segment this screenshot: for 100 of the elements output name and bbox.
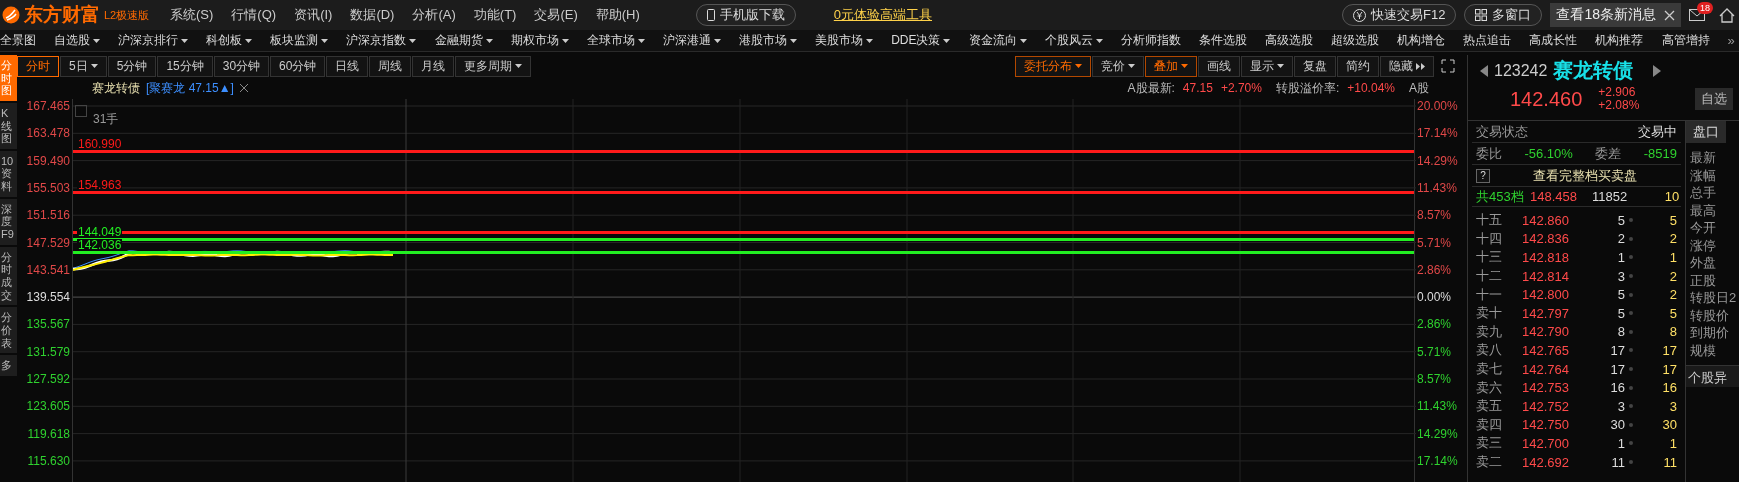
chart-tool-button[interactable]: 显示 bbox=[1241, 55, 1293, 77]
nav-item[interactable]: 沪深京排行 bbox=[118, 32, 189, 49]
home-icon[interactable] bbox=[1719, 7, 1735, 23]
menu-item[interactable]: 行情(Q) bbox=[231, 6, 277, 24]
status-label: 交易状态 bbox=[1476, 122, 1528, 141]
price-change-percent: +2.08% bbox=[1598, 99, 1640, 112]
news-notice-button[interactable]: 查看18条新消息 bbox=[1550, 3, 1681, 27]
quick-trade-button[interactable]: 快速交易F12 bbox=[1342, 4, 1457, 26]
menu-item[interactable]: 资讯(I) bbox=[294, 6, 333, 24]
side-tab[interactable]: 分时成交 bbox=[0, 246, 17, 306]
chart-tool-button[interactable]: 委托分布 bbox=[1015, 55, 1091, 77]
period-tab[interactable]: 15分钟 bbox=[157, 55, 213, 77]
side-tab[interactable]: 深度F9 bbox=[0, 198, 17, 245]
nav-item[interactable]: 全景图 bbox=[0, 32, 36, 49]
nav-item[interactable]: 高成长性 bbox=[1529, 32, 1578, 49]
full-order-book-link[interactable]: 查看完整档买卖盘 bbox=[1533, 166, 1637, 185]
caret-icon bbox=[866, 38, 874, 43]
period-tab[interactable]: 分时 bbox=[17, 55, 59, 77]
ask-volume: 30 bbox=[1609, 417, 1625, 433]
side-tab[interactable]: 10资料 bbox=[0, 150, 17, 197]
side-tab[interactable]: 多 bbox=[0, 355, 17, 376]
ask-price: 142.790 bbox=[1522, 324, 1570, 340]
chart-tool-button[interactable]: 叠加 bbox=[1145, 55, 1197, 77]
period-tab[interactable]: 日线 bbox=[326, 55, 369, 77]
chart-tool-button[interactable]: 简约 bbox=[1337, 55, 1379, 77]
chart-tool-button[interactable]: 画线 bbox=[1198, 55, 1240, 77]
nav-item[interactable]: 机构增仓 bbox=[1397, 32, 1446, 49]
nav-item[interactable]: 自选股 bbox=[54, 32, 101, 49]
period-tab[interactable]: 5日 bbox=[60, 55, 107, 77]
diff-label: 委差 bbox=[1595, 144, 1622, 163]
side-tab[interactable]: 分价表 bbox=[0, 307, 17, 354]
mail-icon[interactable] bbox=[1689, 9, 1705, 21]
caret-icon bbox=[1128, 64, 1135, 68]
ask-volume: 2 bbox=[1616, 231, 1625, 247]
stock-alert-tab[interactable]: 个股异 bbox=[1686, 365, 1739, 387]
multi-window-button[interactable]: 多窗口 bbox=[1464, 4, 1543, 26]
nav-item[interactable]: 期权市场 bbox=[510, 32, 569, 49]
nav-item[interactable]: 全球市场 bbox=[586, 32, 645, 49]
quote-field-label: 涨停 bbox=[1689, 236, 1717, 254]
ask-volume: 3 bbox=[1616, 268, 1625, 284]
mobile-download-button[interactable]: 手机版下载 bbox=[695, 4, 796, 26]
handicap-tab[interactable]: 盘口 bbox=[1686, 121, 1726, 143]
nav-item[interactable]: 资金流向 bbox=[968, 32, 1027, 49]
caret-icon bbox=[245, 38, 253, 43]
menu-item[interactable]: 交易(E) bbox=[534, 6, 578, 24]
nav-item[interactable]: 沪深港通 bbox=[662, 32, 721, 49]
nav-item[interactable]: 高管增持 bbox=[1661, 32, 1710, 49]
nav-item[interactable]: 科创板 bbox=[206, 32, 253, 49]
menu-item[interactable]: 功能(T) bbox=[473, 6, 517, 24]
nav-item[interactable]: 港股市场 bbox=[738, 32, 797, 49]
menu-item[interactable]: 系统(S) bbox=[170, 6, 214, 24]
period-tab[interactable]: 60分钟 bbox=[270, 55, 326, 77]
chart-tool-button[interactable]: 复盘 bbox=[1294, 55, 1336, 77]
nav-item[interactable]: 高级选股 bbox=[1264, 32, 1313, 49]
nav-item[interactable]: DDE决策 bbox=[891, 32, 951, 49]
ask-level-label: 卖八 bbox=[1476, 341, 1503, 360]
ask-level-label: 十二 bbox=[1476, 267, 1503, 286]
next-arrow-icon[interactable] bbox=[1653, 64, 1662, 77]
nav-item[interactable]: 超级选股 bbox=[1331, 32, 1380, 49]
caret-icon bbox=[1181, 64, 1188, 68]
nav-item[interactable]: 美股市场 bbox=[815, 32, 874, 49]
nav-item[interactable]: 条件选股 bbox=[1198, 32, 1247, 49]
close-icon[interactable] bbox=[1664, 9, 1675, 21]
previous-arrow-icon[interactable] bbox=[1480, 64, 1488, 77]
ask-price: 142.692 bbox=[1522, 454, 1570, 470]
fullscreen-icon[interactable] bbox=[1441, 59, 1455, 73]
menu-item[interactable]: 数据(D) bbox=[350, 6, 395, 24]
period-tab[interactable]: 周线 bbox=[369, 55, 412, 77]
nav-item[interactable]: 分析师指数 bbox=[1120, 32, 1181, 49]
nav-item[interactable]: 板块监测 bbox=[270, 32, 329, 49]
ask-price: 142.860 bbox=[1522, 212, 1570, 228]
period-tab[interactable]: 更多周期 bbox=[455, 55, 532, 77]
nav-item[interactable]: 机构推荐 bbox=[1595, 32, 1644, 49]
overlay-stock-label[interactable]: [聚赛龙 47.15▲] bbox=[146, 79, 234, 97]
period-tab[interactable]: 30分钟 bbox=[213, 55, 270, 77]
more-nav-button[interactable]: » bbox=[1727, 33, 1735, 48]
nav-item[interactable]: 热点追击 bbox=[1463, 32, 1512, 49]
promo-link[interactable]: 0元体验高端工具 bbox=[833, 6, 933, 24]
watchlist-button[interactable]: 自选 bbox=[1695, 88, 1733, 110]
ask-level-label: 卖十 bbox=[1476, 304, 1503, 323]
menu-item[interactable]: 帮助(H) bbox=[595, 6, 640, 24]
side-tab[interactable]: K线图 bbox=[0, 102, 17, 149]
close-icon[interactable] bbox=[239, 84, 248, 92]
quote-field-label: 转股价 bbox=[1689, 306, 1730, 324]
dot-icon bbox=[1629, 385, 1633, 390]
chart-tool-button[interactable]: 竞价 bbox=[1092, 55, 1144, 77]
help-button[interactable]: ? bbox=[1476, 168, 1490, 183]
period-tab[interactable]: 5分钟 bbox=[107, 55, 157, 77]
diff-value: -8519 bbox=[1643, 146, 1677, 161]
price-line-label: 142.036 bbox=[77, 239, 123, 252]
menu-item[interactable]: 分析(A) bbox=[412, 6, 456, 24]
nav-item[interactable]: 沪深京指数 bbox=[346, 32, 417, 49]
stock-info-text: +2.70% bbox=[1220, 81, 1262, 95]
nav-item[interactable]: 金融期货 bbox=[434, 32, 493, 49]
period-tab[interactable]: 月线 bbox=[412, 55, 455, 77]
phone-icon bbox=[706, 9, 715, 21]
chart-tool-button[interactable]: 隐藏 bbox=[1380, 55, 1434, 77]
ask-level-label: 十三 bbox=[1476, 248, 1503, 267]
nav-item[interactable]: 个股风云 bbox=[1044, 32, 1103, 49]
price-axis-label: 151.516 bbox=[26, 208, 70, 223]
